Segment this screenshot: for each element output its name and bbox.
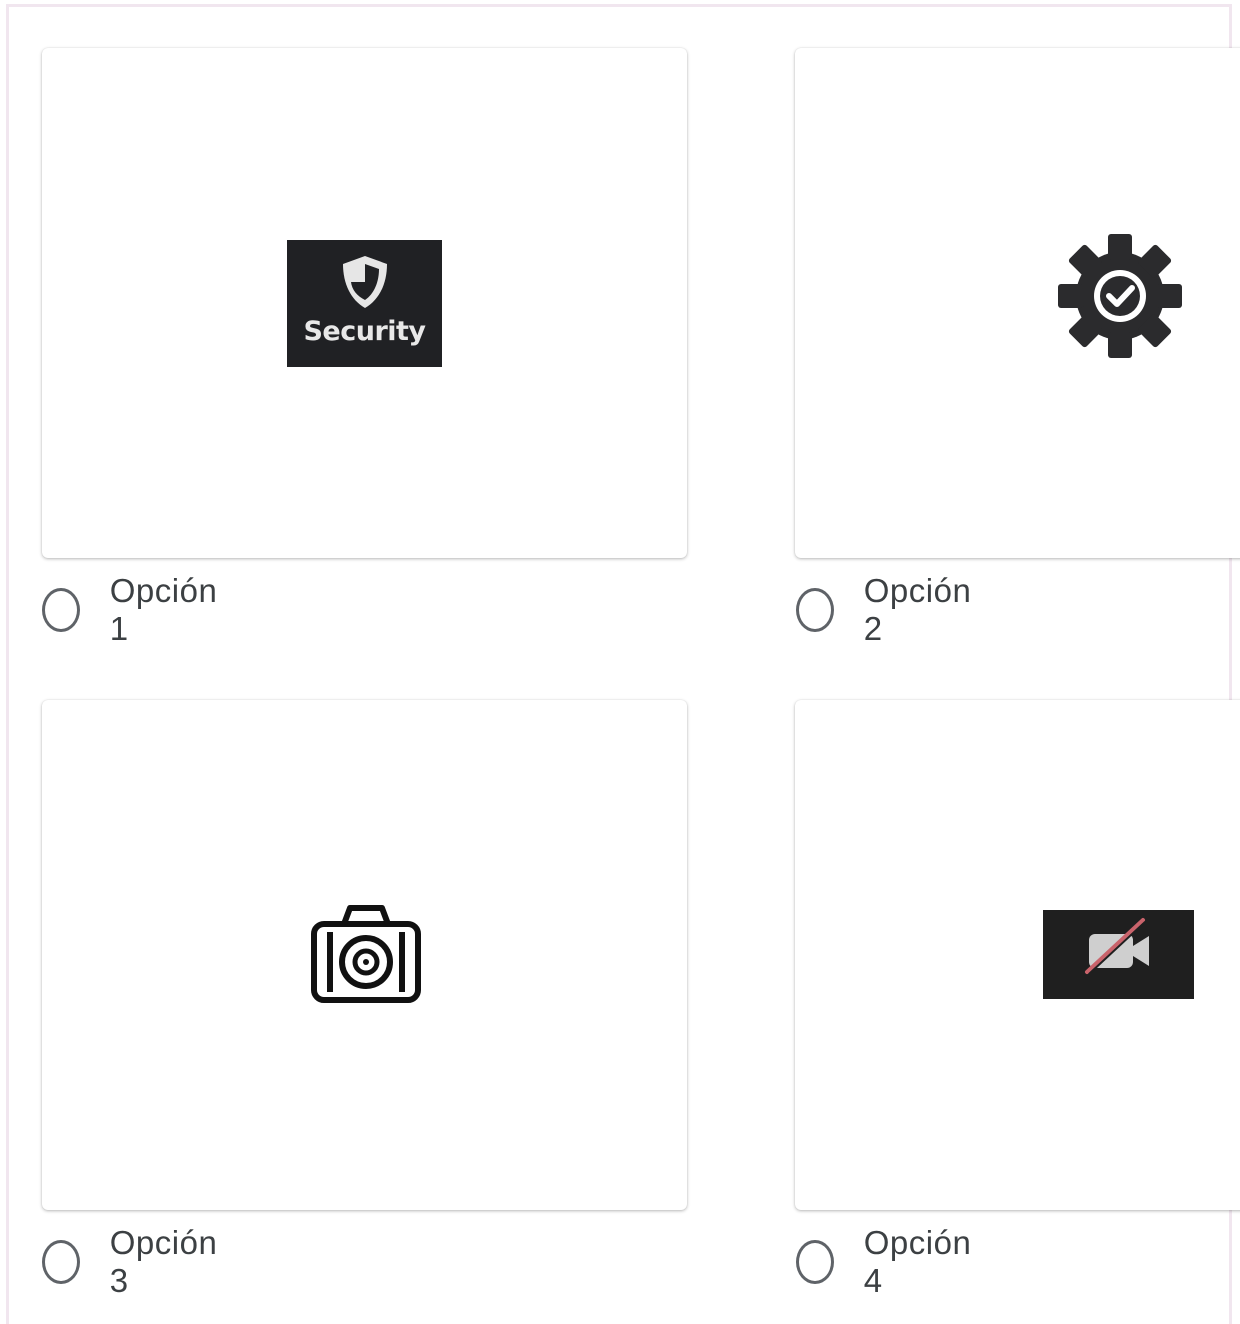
shield-icon (342, 256, 387, 308)
option-3-row[interactable]: Opción 3 (42, 1224, 224, 1299)
video-off-icon (1085, 918, 1149, 975)
option-4-image-card[interactable] (795, 700, 1240, 1210)
option-2-radio[interactable] (796, 588, 834, 632)
camera-icon (311, 905, 421, 1003)
gear-check-icon (1058, 234, 1182, 358)
option-2-label[interactable]: Opción 2 (864, 572, 978, 648)
option-4-label[interactable]: Opción 4 (864, 1224, 978, 1300)
option-1-image-card[interactable]: Security (42, 48, 687, 558)
option-3-image-card[interactable] (42, 700, 687, 1210)
option-4-row[interactable]: Opción 4 (796, 1224, 978, 1299)
security-image-caption: Security (303, 316, 426, 347)
image-choice-grid: Security Opción 1 Opción 2 Opción 3 Opci… (0, 0, 1240, 1316)
option-1-label[interactable]: Opción 1 (110, 572, 224, 648)
security-image: Security (287, 240, 442, 367)
option-3-label[interactable]: Opción 3 (110, 1224, 224, 1300)
option-3-radio[interactable] (42, 1240, 80, 1284)
option-1-row[interactable]: Opción 1 (42, 572, 224, 647)
option-1-radio[interactable] (42, 588, 80, 632)
option-2-row[interactable]: Opción 2 (796, 572, 978, 647)
option-4-radio[interactable] (796, 1240, 834, 1284)
option-2-image-card[interactable] (795, 48, 1240, 558)
video-off-image (1043, 910, 1194, 999)
